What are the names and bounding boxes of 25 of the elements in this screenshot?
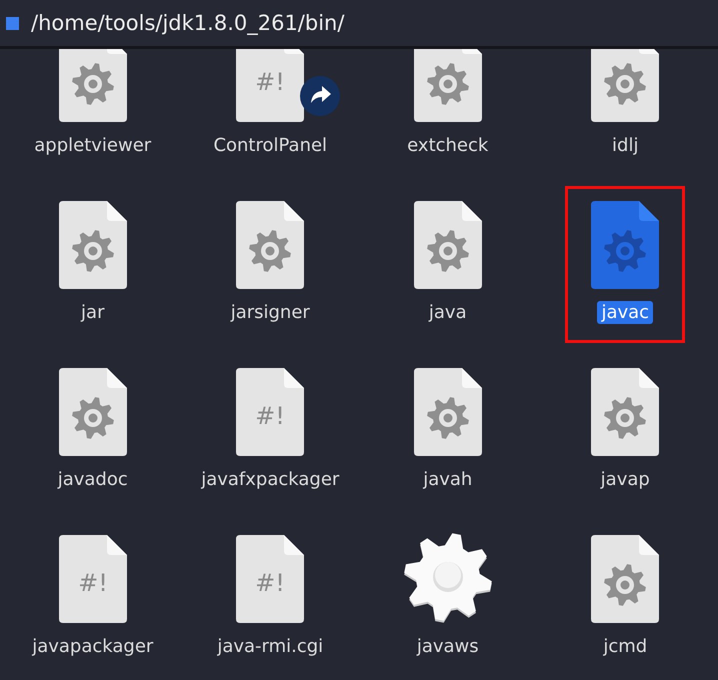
gear-file-icon[interactable]	[58, 368, 127, 456]
file-name[interactable]: javah	[419, 468, 476, 491]
file-name[interactable]: ControlPanel	[209, 134, 332, 157]
file-name[interactable]: javap	[596, 468, 654, 491]
gear-file-icon[interactable]	[591, 368, 660, 456]
file-name[interactable]: jarsigner	[226, 301, 314, 324]
gear-file-icon[interactable]	[414, 201, 482, 289]
file-name[interactable]: javapackager	[28, 635, 158, 658]
file-name[interactable]: javadoc	[54, 468, 132, 491]
gear-file-icon[interactable]	[591, 535, 660, 623]
gear-file-icon[interactable]	[58, 201, 127, 289]
gear-file-icon[interactable]	[414, 368, 482, 456]
file-name[interactable]: jcmd	[599, 635, 652, 658]
gear-file-icon[interactable]	[236, 201, 304, 289]
file-name[interactable]: javac	[597, 301, 654, 324]
file-name[interactable]: java-rmi.cgi	[213, 635, 328, 658]
gear-icon[interactable]	[402, 531, 494, 623]
path-text: /home/tools/jdk1.8.0_261/bin/	[31, 11, 344, 35]
file-name[interactable]: idlj	[608, 134, 642, 157]
file-name[interactable]: extcheck	[403, 134, 492, 157]
file-name[interactable]: appletviewer	[30, 134, 156, 157]
file-name[interactable]: javaws	[412, 635, 483, 658]
file-name[interactable]: javafxpackager	[197, 468, 344, 491]
file-name[interactable]: jar	[77, 301, 108, 324]
file-name[interactable]: java	[424, 301, 471, 324]
